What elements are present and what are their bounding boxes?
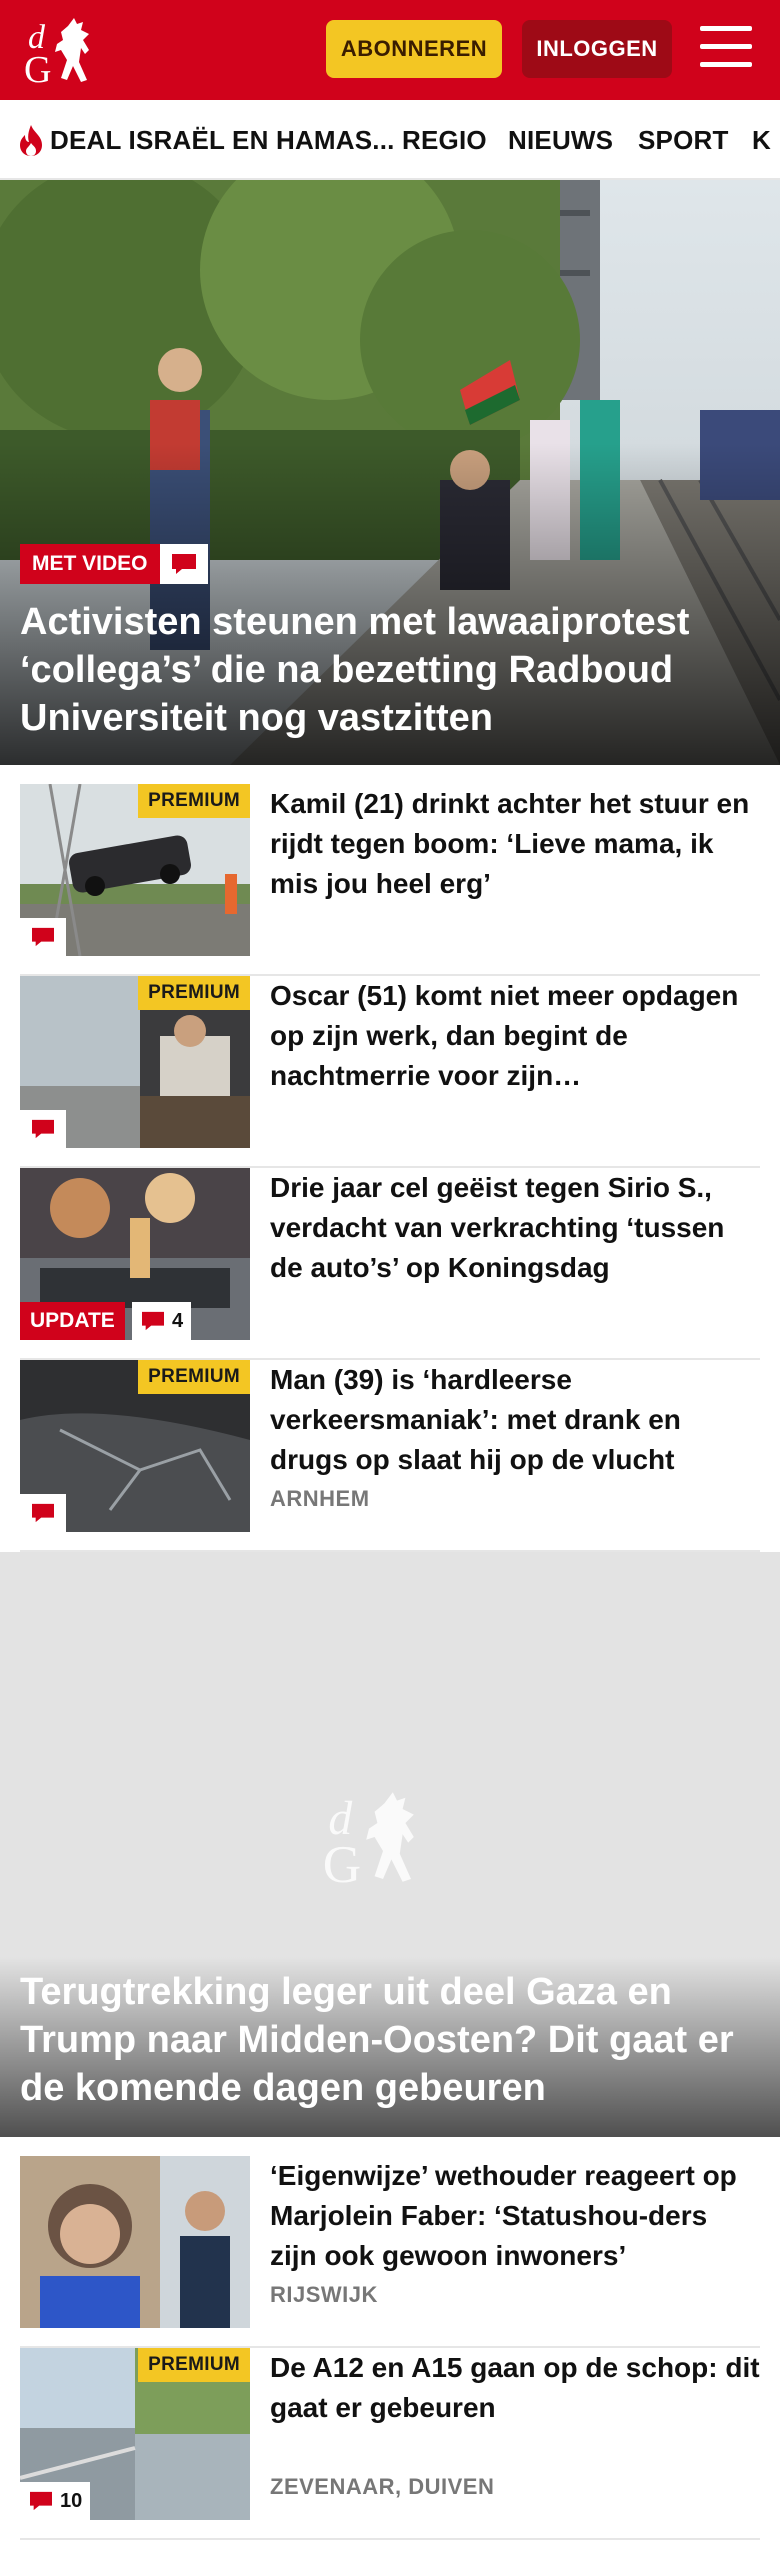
comment-icon[interactable] [160, 544, 208, 584]
comment-count[interactable]: 4 [132, 1302, 192, 1340]
article-location: ZEVENAAR, DUIVEN [270, 2474, 495, 2499]
premium-badge: PREMIUM [138, 784, 250, 818]
nav-label: DEAL ISRAËL EN HAMAS... [50, 124, 395, 155]
article-item[interactable]: PREMIUM 10 De A12 en A15 gaan op de scho… [20, 2348, 760, 2540]
article-thumbnail: UPDATE 4 [20, 1168, 250, 1340]
comment-icon[interactable] [20, 1110, 66, 1148]
nav-item-sport[interactable]: SPORT [638, 100, 729, 178]
article-thumbnail: PREMIUM [20, 1360, 250, 1532]
comment-count-label: 4 [172, 1309, 184, 1332]
article-location: RIJSWIJK [270, 2282, 378, 2307]
subscribe-button[interactable]: ABONNEREN [326, 20, 502, 78]
article-item[interactable]: PREMIUM Man (39) is ‘hardleerse verkeers… [20, 1360, 760, 1552]
article-thumbnail [20, 2156, 250, 2328]
article-headline[interactable]: Man (39) is ‘hardleerse verkeersmaniak’:… [270, 1360, 760, 1480]
section-nav: DEAL ISRAËL EN HAMAS... REGIO NIEUWS SPO… [0, 100, 780, 180]
flame-icon [20, 125, 42, 156]
nav-item-more[interactable]: K [752, 100, 771, 178]
login-button[interactable]: INLOGGEN [522, 20, 672, 78]
nav-item-deal-israel[interactable]: DEAL ISRAËL EN HAMAS... [16, 100, 395, 178]
article-item[interactable]: ‘Eigenwijze’ wethouder reageert op Marjo… [20, 2156, 760, 2348]
comment-icon[interactable] [20, 1494, 66, 1532]
comment-count-label: 10 [60, 2489, 83, 2512]
article-thumbnail: PREMIUM 10 [20, 2348, 250, 2520]
premium-badge: PREMIUM [138, 1360, 250, 1394]
comment-icon[interactable] [20, 918, 66, 956]
article-item[interactable]: UPDATE 4 Drie jaar cel geëist tegen Siri… [20, 1168, 760, 1360]
top-bar: d G ABONNEREN INLOGGEN [0, 0, 780, 100]
hero-article[interactable]: MET VIDEO Activisten steunen met lawaaip… [0, 180, 780, 765]
svg-text:G: G [24, 49, 51, 88]
nav-item-nieuws[interactable]: NIEUWS [508, 100, 613, 178]
hamburger-menu-icon[interactable] [700, 26, 752, 72]
article-item[interactable]: PREMIUM Oscar (51) komt niet meer opdage… [20, 976, 760, 1168]
article-thumbnail: PREMIUM [20, 784, 250, 956]
article-thumbnail: PREMIUM [20, 976, 250, 1148]
comment-icon [142, 1311, 164, 1331]
video-badge: MET VIDEO [20, 544, 160, 584]
comment-count[interactable]: 10 [20, 2482, 91, 2520]
hero-title[interactable]: Activisten steunen met lawaaiprotest ‘co… [20, 598, 760, 742]
article-headline[interactable]: De A12 en A15 gaan op de schop: dit gaat… [270, 2348, 760, 2428]
premium-badge: PREMIUM [138, 976, 250, 1010]
dg-logo-placeholder: d G [323, 1792, 414, 1892]
article-item[interactable]: PREMIUM Kamil (21) drinkt achter het stu… [20, 784, 760, 976]
comment-icon [30, 2491, 52, 2511]
article-headline[interactable]: Drie jaar cel geëist tegen Sirio S., ver… [270, 1168, 760, 1288]
svg-text:G: G [323, 1835, 361, 1892]
premium-badge: PREMIUM [138, 2348, 250, 2382]
article-headline[interactable]: ‘Eigenwijze’ wethouder reageert op Marjo… [270, 2156, 760, 2276]
article-location: ARNHEM [270, 1486, 370, 1511]
update-badge: UPDATE [20, 1302, 125, 1340]
article-headline[interactable]: Oscar (51) komt niet meer opdagen op zij… [270, 976, 760, 1096]
article-headline[interactable]: Kamil (21) drinkt achter het stuur en ri… [270, 784, 760, 904]
feature-title[interactable]: Terugtrekking leger uit deel Gaza en Tru… [20, 1968, 760, 2112]
dg-logo[interactable]: d G [22, 12, 122, 88]
nav-item-regio[interactable]: REGIO [402, 100, 487, 178]
feature-article[interactable]: d G Terugtrekking leger uit deel Gaza en… [0, 1552, 780, 2137]
